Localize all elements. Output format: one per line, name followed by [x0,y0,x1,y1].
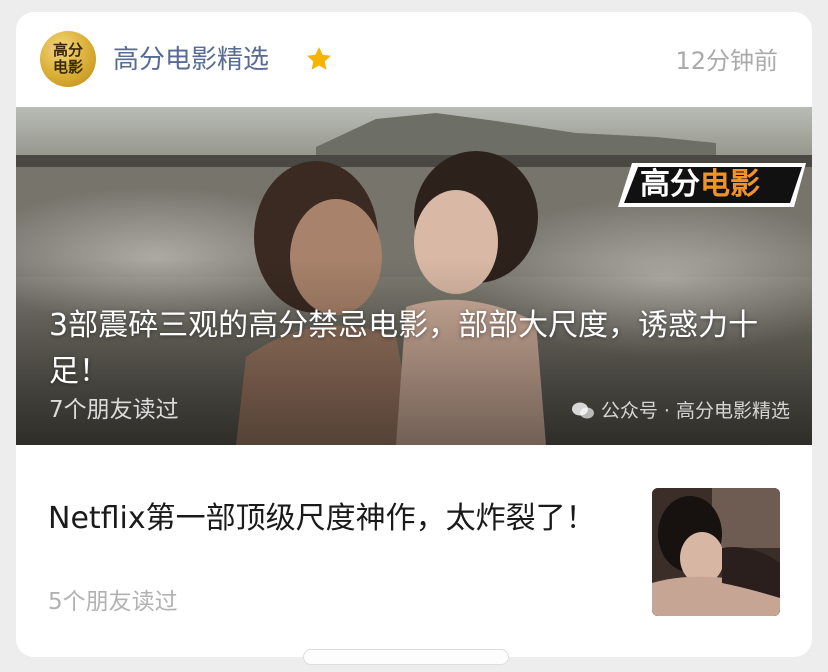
hero-read-count: 7个朋友读过 [49,397,179,423]
thumbnail-image [652,488,780,616]
wechat-icon [571,402,594,419]
star-icon [307,47,331,70]
article-thumbnail[interactable] [652,488,780,616]
watermark-text: 公众号 · 高分电影精选 [600,400,790,422]
avatar[interactable]: 高分电影 [40,31,96,87]
hero-badge: 高分电影 [640,166,810,204]
publish-time: 12分钟前 [675,47,778,75]
card-header: 高分电影 高分电影精选 12分钟前 [16,12,812,107]
hero-article[interactable]: 高分电影 3部震碎三观的高分禁忌电影，部部大尺度，诱惑力十足！ 7个朋友读过 公… [16,107,812,445]
hero-title[interactable]: 3部震碎三观的高分禁忌电影，部部大尺度，诱惑力十足！ [49,303,789,395]
article-title[interactable]: Netflix第一部顶级尺度神作，太炸裂了！ [48,495,608,543]
watermark: 公众号 · 高分电影精选 [571,399,790,423]
account-name[interactable]: 高分电影精选 [113,43,269,77]
scroll-indicator [303,649,509,665]
article-card[interactable]: 高分电影 高分电影精选 12分钟前 高分电影 3部震碎三观的高分禁忌电影，部部大… [16,12,812,657]
badge-text-accent: 电影 [700,167,760,202]
badge-text-main: 高分 [640,167,700,202]
avatar-text: 高分电影 [52,41,83,76]
article-read-count: 5个朋友读过 [48,589,178,615]
list-item[interactable]: Netflix第一部顶级尺度神作，太炸裂了！ 5个朋友读过 [16,445,812,657]
